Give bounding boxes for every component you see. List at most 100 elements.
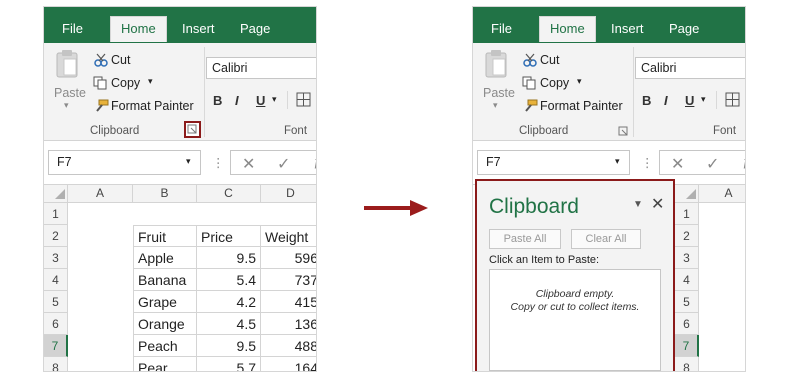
row-header[interactable]: 4: [675, 269, 699, 291]
paste-dropdown-icon[interactable]: ▾: [493, 100, 498, 111]
table-cell[interactable]: 488: [261, 335, 316, 357]
table-cell[interactable]: 737: [261, 269, 316, 291]
function-icon[interactable]: ƒ: [313, 155, 316, 169]
paste-button[interactable]: Paste: [483, 86, 515, 100]
format-painter-button[interactable]: Format Painter: [540, 99, 623, 113]
row-header[interactable]: 5: [675, 291, 699, 313]
row-header[interactable]: 4: [44, 269, 68, 291]
row-header[interactable]: 6: [44, 313, 68, 335]
underline-button[interactable]: U: [256, 93, 265, 108]
row-header[interactable]: 8: [675, 357, 699, 371]
copy-button[interactable]: Copy: [540, 76, 569, 90]
tab-insert[interactable]: Insert: [172, 17, 225, 43]
italic-button[interactable]: I: [664, 93, 668, 108]
select-all-corner[interactable]: [675, 185, 699, 203]
table-cell[interactable]: Banana: [133, 269, 197, 291]
cancel-icon[interactable]: ✕: [671, 154, 684, 174]
borders-icon[interactable]: [296, 92, 312, 108]
table-header-cell[interactable]: Price: [197, 225, 261, 247]
paste-dropdown-icon[interactable]: ▾: [64, 100, 69, 111]
close-icon[interactable]: ✕: [651, 194, 664, 214]
function-icon[interactable]: ƒ: [742, 155, 745, 169]
scissors-icon: [94, 53, 108, 67]
pane-options-icon[interactable]: ▼: [633, 199, 643, 210]
cut-button[interactable]: Cut: [540, 53, 559, 67]
borders-icon[interactable]: [725, 92, 741, 108]
format-painter-button[interactable]: Format Painter: [111, 99, 194, 113]
tab-file[interactable]: File: [481, 17, 522, 43]
group-divider: [204, 47, 205, 137]
paste-icon[interactable]: [54, 49, 80, 79]
table-cell[interactable]: 415: [261, 291, 316, 313]
row-header[interactable]: 2: [675, 225, 699, 247]
row-header[interactable]: 6: [675, 313, 699, 335]
tab-file[interactable]: File: [52, 17, 93, 43]
table-cell[interactable]: 4.5: [197, 313, 261, 335]
name-box[interactable]: F7: [48, 150, 201, 175]
italic-button[interactable]: I: [235, 93, 239, 108]
table-cell[interactable]: 9.5: [197, 335, 261, 357]
clear-all-button[interactable]: Clear All: [571, 229, 641, 249]
row-header[interactable]: 3: [675, 247, 699, 269]
row-header[interactable]: 1: [44, 203, 68, 225]
tab-home[interactable]: Home: [110, 16, 167, 42]
bold-button[interactable]: B: [642, 93, 651, 108]
column-header[interactable]: C: [197, 185, 261, 203]
row-header[interactable]: 3: [44, 247, 68, 269]
cancel-icon[interactable]: ✕: [242, 154, 255, 174]
font-name-box[interactable]: Calibri: [635, 57, 745, 79]
copy-icon: [93, 76, 107, 90]
column-header[interactable]: B: [133, 185, 197, 203]
table-cell[interactable]: Apple: [133, 247, 197, 269]
column-header[interactable]: D: [261, 185, 316, 203]
clipboard-items-list[interactable]: Clipboard empty. Copy or cut to collect …: [489, 269, 661, 371]
font-name-box[interactable]: Calibri: [206, 57, 316, 79]
row-header-selected[interactable]: 7: [675, 335, 699, 357]
bold-button[interactable]: B: [213, 93, 222, 108]
table-cell[interactable]: Peach: [133, 335, 197, 357]
copy-dropdown-icon[interactable]: ▾: [577, 76, 582, 87]
underline-button[interactable]: U: [685, 93, 694, 108]
clipboard-dialog-launcher[interactable]: [617, 125, 630, 138]
paste-button[interactable]: Paste: [54, 86, 86, 100]
paste-all-button[interactable]: Paste All: [489, 229, 561, 249]
copy-icon: [522, 76, 536, 90]
select-all-corner[interactable]: [44, 185, 68, 203]
table-cell[interactable]: Orange: [133, 313, 197, 335]
name-box-dropdown-icon[interactable]: ▾: [186, 156, 191, 167]
enter-icon[interactable]: ✓: [277, 154, 290, 174]
table-cell[interactable]: 596: [261, 247, 316, 269]
transition-arrow-icon: [362, 198, 432, 218]
table-cell[interactable]: 136: [261, 313, 316, 335]
table-cell[interactable]: 4.2: [197, 291, 261, 313]
table-cell[interactable]: 5.4: [197, 269, 261, 291]
tab-home[interactable]: Home: [539, 16, 596, 42]
row-header[interactable]: 2: [44, 225, 68, 247]
copy-dropdown-icon[interactable]: ▾: [148, 76, 153, 87]
column-header[interactable]: A: [68, 185, 133, 203]
underline-dropdown-icon[interactable]: ▾: [272, 94, 277, 105]
column-header[interactable]: A: [699, 185, 745, 203]
row-header[interactable]: 5: [44, 291, 68, 313]
name-box[interactable]: F7: [477, 150, 630, 175]
table-cell[interactable]: 164: [261, 357, 316, 371]
paste-icon[interactable]: [483, 49, 509, 79]
cut-button[interactable]: Cut: [111, 53, 130, 67]
name-box-dropdown-icon[interactable]: ▾: [615, 156, 620, 167]
copy-button[interactable]: Copy: [111, 76, 140, 90]
table-cell[interactable]: Grape: [133, 291, 197, 313]
table-cell[interactable]: 5.7: [197, 357, 261, 371]
tab-page-layout[interactable]: Page Layout: [659, 17, 745, 60]
table-header-cell[interactable]: Fruit: [133, 225, 197, 247]
row-header-selected[interactable]: 7: [44, 335, 68, 357]
tab-insert[interactable]: Insert: [601, 17, 654, 43]
table-cell[interactable]: Pear: [133, 357, 197, 371]
row-header[interactable]: 8: [44, 357, 68, 371]
enter-icon[interactable]: ✓: [706, 154, 719, 174]
table-header-cell[interactable]: Weight: [261, 225, 316, 247]
row-header[interactable]: 1: [675, 203, 699, 225]
table-cell[interactable]: 9.5: [197, 247, 261, 269]
underline-dropdown-icon[interactable]: ▾: [701, 94, 706, 105]
tab-page-layout[interactable]: Page Layout: [230, 17, 316, 60]
clipboard-dialog-launcher[interactable]: [184, 121, 201, 138]
